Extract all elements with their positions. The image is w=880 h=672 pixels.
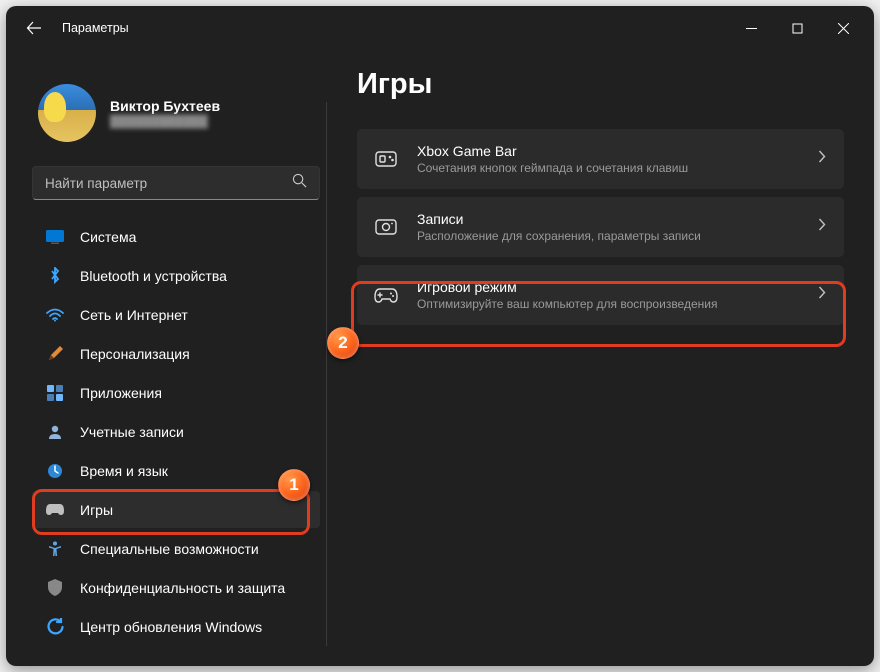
close-button[interactable] — [820, 12, 866, 44]
maximize-button[interactable] — [774, 12, 820, 44]
capture-icon — [373, 217, 399, 237]
card-title: Записи — [417, 211, 800, 227]
sidebar-item-label: Система — [80, 229, 136, 245]
apps-icon — [46, 384, 64, 402]
titlebar: Параметры — [6, 6, 874, 50]
main-panel: Игры Xbox Game Bar Сочетания кнопок гейм… — [327, 50, 874, 666]
card-game-mode[interactable]: Игровой режим Оптимизируйте ваш компьюте… — [357, 265, 844, 325]
sidebar-item-bluetooth[interactable]: Bluetooth и устройства — [32, 257, 320, 294]
chevron-right-icon — [818, 218, 826, 236]
card-captures[interactable]: Записи Расположение для сохранения, пара… — [357, 197, 844, 257]
sidebar-item-label: Приложения — [80, 385, 162, 401]
sidebar-item-label: Сеть и Интернет — [80, 307, 188, 323]
wifi-icon — [46, 306, 64, 324]
sidebar-item-label: Игры — [80, 502, 113, 518]
card-subtitle: Расположение для сохранения, параметры з… — [417, 229, 800, 243]
window-title: Параметры — [62, 21, 129, 35]
sidebar-item-system[interactable]: Система — [32, 218, 320, 255]
accessibility-icon — [46, 540, 64, 558]
card-title: Xbox Game Bar — [417, 143, 800, 159]
card-subtitle: Оптимизируйте ваш компьютер для воспроиз… — [417, 297, 800, 311]
profile-subtitle: ████████████ — [110, 116, 220, 128]
profile-name: Виктор Бухтеев — [110, 98, 220, 114]
sidebar-item-label: Специальные возможности — [80, 541, 259, 557]
back-button[interactable] — [20, 14, 48, 42]
time-icon — [46, 462, 64, 480]
sidebar-item-windows-update[interactable]: Центр обновления Windows — [32, 608, 320, 645]
page-title: Игры — [357, 68, 844, 101]
sidebar-item-label: Bluetooth и устройства — [80, 268, 227, 284]
nav-list: Система Bluetooth и устройства Сеть и Ин… — [32, 218, 326, 645]
update-icon — [46, 618, 64, 636]
settings-window: Параметры Виктор Бухтеев ████████████ — [6, 6, 874, 666]
sidebar: Виктор Бухтеев ████████████ Система — [32, 50, 326, 666]
system-icon — [46, 228, 64, 246]
profile-block[interactable]: Виктор Бухтеев ████████████ — [32, 84, 326, 142]
sidebar-item-label: Центр обновления Windows — [80, 619, 262, 635]
chevron-right-icon — [818, 286, 826, 304]
sidebar-item-privacy[interactable]: Конфиденциальность и защита — [32, 569, 320, 606]
card-subtitle: Сочетания кнопок геймпада и сочетания кл… — [417, 161, 800, 175]
card-title: Игровой режим — [417, 279, 800, 295]
sidebar-item-label: Персонализация — [80, 346, 190, 362]
card-xbox-game-bar[interactable]: Xbox Game Bar Сочетания кнопок геймпада … — [357, 129, 844, 189]
sidebar-item-label: Конфиденциальность и защита — [80, 580, 285, 596]
sidebar-item-personalization[interactable]: Персонализация — [32, 335, 320, 372]
sidebar-item-gaming[interactable]: Игры — [32, 491, 320, 528]
sidebar-item-accounts[interactable]: Учетные записи — [32, 413, 320, 450]
search-input[interactable] — [45, 176, 292, 191]
avatar — [38, 84, 96, 142]
privacy-icon — [46, 579, 64, 597]
sidebar-item-label: Время и язык — [80, 463, 168, 479]
sidebar-item-time-language[interactable]: Время и язык — [32, 452, 320, 489]
gamemode-icon — [373, 288, 399, 303]
search-icon — [292, 173, 307, 193]
personalize-icon — [46, 345, 64, 363]
search-box[interactable] — [32, 166, 320, 200]
account-icon — [46, 423, 64, 441]
sidebar-item-apps[interactable]: Приложения — [32, 374, 320, 411]
gaming-icon — [46, 501, 64, 519]
minimize-button[interactable] — [728, 12, 774, 44]
chevron-right-icon — [818, 150, 826, 168]
sidebar-item-accessibility[interactable]: Специальные возможности — [32, 530, 320, 567]
sidebar-item-label: Учетные записи — [80, 424, 184, 440]
sidebar-item-network[interactable]: Сеть и Интернет — [32, 296, 320, 333]
bluetooth-icon — [46, 267, 64, 285]
xbox-icon — [373, 149, 399, 169]
